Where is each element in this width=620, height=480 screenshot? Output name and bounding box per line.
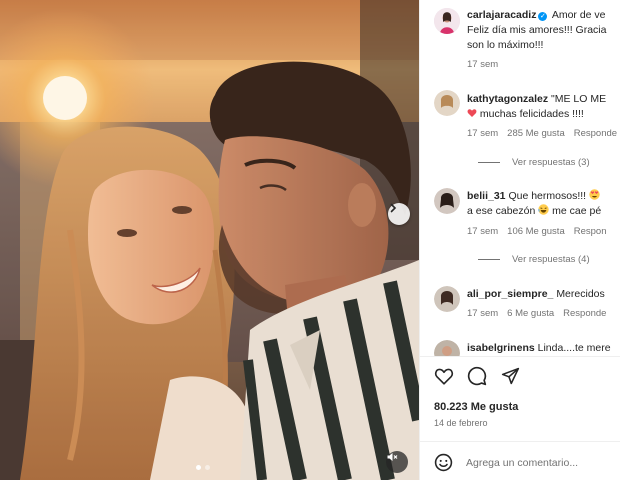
- comment-likes[interactable]: 285 Me gusta: [507, 128, 565, 139]
- comment-text: "ME LO ME: [551, 93, 607, 105]
- comment-text-2: muchas felicidades !!!!: [479, 108, 584, 120]
- mute-button[interactable]: [386, 451, 408, 473]
- replies-line: [478, 259, 500, 260]
- comment-line: isabelgrinens Linda....te mere: [467, 341, 611, 356]
- speaker-muted-icon: [387, 453, 398, 461]
- comment-text: Que hermosos!!!: [508, 190, 587, 202]
- comment-text-3: me cae pé: [552, 205, 602, 217]
- comment-line: belii_31 Que hermosos!!!: [467, 189, 600, 204]
- view-replies-label: Ver respuestas (3): [512, 157, 590, 168]
- comment-line-2: muchas felicidades !!!!: [467, 107, 584, 122]
- comment-line: kathytagonzalez "ME LO ME: [467, 92, 606, 107]
- next-photo-button[interactable]: [388, 203, 410, 225]
- comments-list[interactable]: carlajaracadiz ✓ Amor de ve Feliz día mis…: [420, 0, 620, 356]
- caption-text-1: Amor de ve: [551, 9, 606, 21]
- comment-username[interactable]: isabelgrinens: [467, 342, 535, 354]
- smiley-icon: [434, 453, 453, 472]
- comment-likes[interactable]: 6 Me gusta: [507, 308, 554, 319]
- heart-emoji-icon: [467, 109, 477, 117]
- caption-line-2: Feliz día mis amores!!! Gracia: [467, 24, 607, 36]
- view-replies-button[interactable]: Ver respuestas (3): [478, 157, 590, 168]
- comment-username[interactable]: belii_31: [467, 190, 506, 202]
- heart-eyes-emoji-icon: [589, 189, 600, 200]
- comment-time: 17 sem: [467, 226, 499, 237]
- comments-panel: carlajaracadiz ✓ Amor de ve Feliz día mis…: [419, 0, 620, 480]
- post-date: 14 de febrero: [434, 418, 488, 428]
- comment-username[interactable]: ali_por_siempre_: [467, 288, 553, 300]
- comment-time: 17 sem: [467, 128, 499, 139]
- comment-text: Linda....te mere: [537, 342, 611, 354]
- paper-plane-icon: [501, 367, 520, 385]
- carousel-dots: [196, 465, 210, 470]
- caption-meta: 17 sem: [467, 59, 507, 70]
- comment-avatar-image: [434, 340, 460, 356]
- comment-bubble-icon: [467, 366, 487, 386]
- comment-avatar[interactable]: [434, 188, 460, 214]
- author-avatar[interactable]: [434, 8, 460, 34]
- comment-likes[interactable]: 106 Me gusta: [507, 226, 565, 237]
- reply-button[interactable]: Responde: [574, 128, 617, 139]
- laughing-emoji-icon: [538, 204, 549, 215]
- emoji-button[interactable]: [434, 453, 453, 477]
- comment-avatar[interactable]: [434, 340, 460, 356]
- comment-text: Merecidos: [556, 288, 605, 300]
- view-replies-button[interactable]: Ver respuestas (4): [478, 254, 590, 265]
- comment-line-2: a ese cabezón me cae pé: [467, 204, 601, 219]
- comment-button[interactable]: [467, 366, 487, 391]
- divider: [420, 356, 620, 357]
- comment-input[interactable]: [466, 455, 616, 471]
- instagram-post-window: carlajaracadiz ✓ Amor de ve Feliz día mis…: [0, 0, 620, 480]
- author-username[interactable]: carlajaracadiz: [467, 9, 536, 21]
- post-photo[interactable]: [0, 0, 419, 480]
- comment-line: ali_por_siempre_ Merecidos: [467, 287, 605, 302]
- comment-avatar[interactable]: [434, 90, 460, 116]
- carousel-dot: [205, 465, 210, 470]
- replies-line: [478, 162, 500, 163]
- share-button[interactable]: [501, 367, 520, 390]
- view-replies-label: Ver respuestas (4): [512, 254, 590, 265]
- like-button[interactable]: [434, 367, 454, 390]
- reply-button[interactable]: Respon: [574, 226, 607, 237]
- likes-count[interactable]: 80.223 Me gusta: [434, 401, 518, 413]
- author-avatar-image: [434, 8, 460, 34]
- comment-meta: 17 sem 285 Me gusta Responde: [467, 128, 620, 139]
- carousel-dot-active: [196, 465, 201, 470]
- divider: [420, 441, 620, 442]
- comment-avatar-image: [434, 188, 460, 214]
- caption-time: 17 sem: [467, 59, 499, 70]
- verified-badge-icon: ✓: [538, 12, 548, 21]
- caption-line-3: son lo máximo!!!: [467, 39, 544, 51]
- comment-meta: 17 sem 106 Me gusta Respon: [467, 226, 615, 237]
- comment-meta: 17 sem 6 Me gusta Responde: [467, 308, 615, 319]
- comment-username[interactable]: kathytagonzalez: [467, 93, 548, 105]
- sunset-couple-image: [0, 0, 419, 480]
- heart-outline-icon: [434, 368, 454, 385]
- comment-time: 17 sem: [467, 308, 499, 319]
- caption-line-1: carlajaracadiz ✓ Amor de ve: [467, 8, 606, 23]
- comment-avatar-image: [434, 286, 460, 312]
- reply-button[interactable]: Responde: [563, 308, 606, 319]
- comment-avatar-image: [434, 90, 460, 116]
- chevron-right-icon: [390, 203, 397, 213]
- comment-text-2: a ese cabezón: [467, 205, 536, 217]
- comment-avatar[interactable]: [434, 286, 460, 312]
